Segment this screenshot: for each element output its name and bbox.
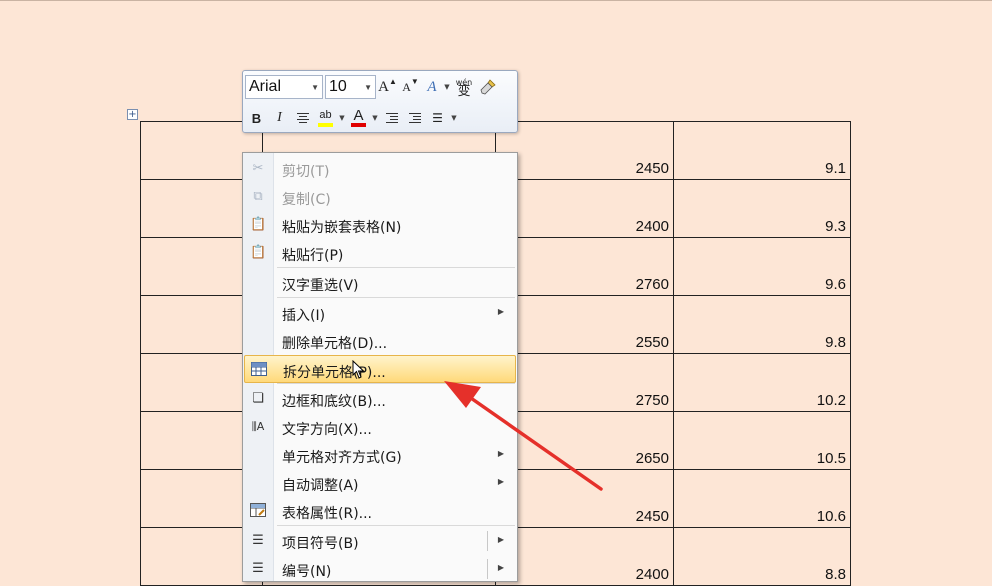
annotation-arrow (444, 381, 603, 491)
